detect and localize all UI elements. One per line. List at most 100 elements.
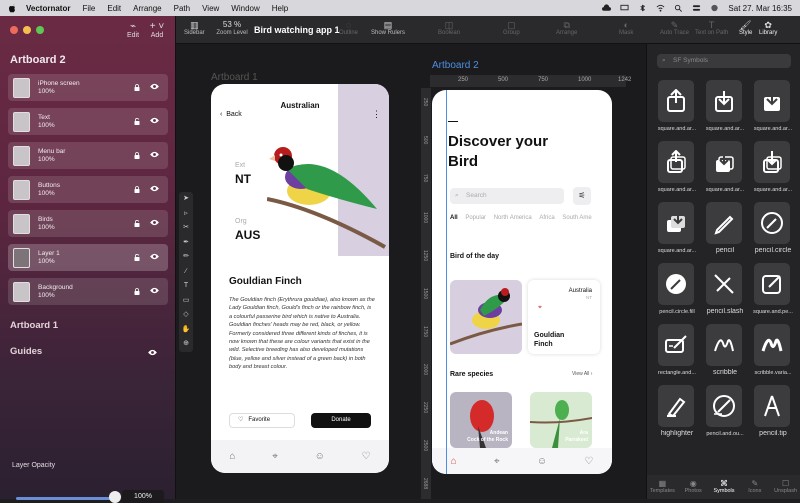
symbol-tile[interactable] — [658, 385, 694, 427]
menu-window[interactable]: Window — [231, 4, 259, 13]
close-button[interactable] — [10, 26, 18, 34]
direct-select-tool-icon[interactable]: ▹ — [179, 207, 193, 222]
artboard-title[interactable]: Artboard 2 — [10, 54, 66, 66]
bird-of-day-image[interactable] — [449, 280, 523, 354]
location-tab-icon[interactable]: ⌖ — [272, 451, 278, 462]
symbol-cell[interactable]: square.and.ar... — [701, 80, 749, 141]
style-button[interactable]: 🖌 Style — [739, 20, 752, 36]
symbol-cell[interactable]: scribble — [701, 324, 749, 385]
unlock-icon[interactable] — [134, 118, 140, 125]
control-center-icon[interactable] — [692, 4, 701, 12]
guides-section[interactable]: Guides — [10, 346, 42, 357]
symbol-tile[interactable] — [754, 202, 790, 244]
symbols-search-field[interactable]: ⌕ SF Symbols — [657, 54, 791, 68]
minimize-button[interactable] — [23, 26, 31, 34]
symbol-cell[interactable]: pencil.circle — [749, 202, 797, 263]
search-icon[interactable] — [674, 4, 683, 12]
apple-icon[interactable] — [8, 3, 16, 13]
layer-row[interactable]: Text 100% — [8, 108, 168, 135]
symbol-tile[interactable] — [754, 141, 790, 183]
bluetooth-icon[interactable] — [638, 4, 647, 12]
display-icon[interactable] — [620, 4, 629, 12]
symbol-cell[interactable]: pencil — [701, 202, 749, 263]
layer-row[interactable]: Layer 1 100% — [8, 244, 168, 271]
symbol-cell[interactable]: pencil.circle.fill — [653, 263, 701, 324]
symbol-tile[interactable] — [706, 202, 742, 244]
arrange-button[interactable]: ⧉ Arrange — [556, 20, 577, 36]
chip-north-america[interactable]: North America — [494, 215, 532, 221]
text-tool-icon[interactable]: T — [179, 279, 193, 294]
zoom-button[interactable] — [36, 26, 44, 34]
bird-of-day-card[interactable]: Australia NT ⌖ Gouldian Finch — [528, 280, 600, 354]
menu-edit[interactable]: Edit — [107, 4, 121, 13]
outline-button[interactable]: ◌ Outline — [339, 20, 358, 36]
unlock-icon[interactable] — [134, 254, 140, 261]
lock-icon[interactable] — [134, 186, 140, 193]
pencil-tool-icon[interactable]: ✏ — [179, 250, 193, 265]
heart-tab-icon[interactable]: ♡ — [362, 451, 371, 462]
symbol-cell[interactable]: scribble.varia... — [749, 324, 797, 385]
wifi-icon[interactable] — [656, 4, 665, 12]
guides-eye-icon[interactable] — [147, 349, 158, 356]
symbol-cell[interactable]: square.and.ar... — [701, 141, 749, 202]
chip-south-america[interactable]: South Ame — [562, 215, 591, 221]
mask-button[interactable]: ◐ Mask — [619, 20, 633, 36]
symbol-cell[interactable]: square.and.pe... — [749, 263, 797, 324]
eye-icon[interactable] — [149, 219, 160, 226]
menu-path[interactable]: Path — [174, 4, 190, 13]
pen-tool-icon[interactable]: ✒ — [179, 236, 193, 251]
heart-tab-icon[interactable]: ♡ — [584, 456, 593, 467]
menubar-clock[interactable]: Sat 27. Mar 16:35 — [728, 4, 792, 13]
text-on-path-button[interactable]: T Text on Path — [695, 20, 728, 36]
edit-button[interactable]: ⌁ Edit — [118, 22, 148, 40]
eye-icon[interactable] — [149, 185, 160, 192]
artboard-1-label[interactable]: Artboard 1 — [211, 72, 258, 83]
layer-row[interactable]: Menu bar 100% — [8, 142, 168, 169]
hand-tool-icon[interactable]: ✋ — [179, 323, 193, 338]
brush-tool-icon[interactable]: ∕ — [179, 265, 193, 280]
location-tab-icon[interactable]: ⌖ — [494, 456, 500, 467]
menu-icon[interactable] — [448, 121, 458, 123]
top-ruler[interactable]: 250 500 750 1000 1242 — [430, 75, 631, 87]
symbol-cell[interactable]: square.and.ar... — [653, 141, 701, 202]
unlock-icon[interactable] — [134, 220, 140, 227]
symbol-tile[interactable] — [754, 263, 790, 305]
artboard-2-phone[interactable]: Discover your Bird ⌕ Search ⚟ All Popular… — [432, 90, 612, 474]
home-tab-icon[interactable]: ⌂ — [451, 456, 457, 467]
library-button[interactable]: ✿ Library — [759, 20, 777, 36]
symbol-cell[interactable]: highlighter — [653, 385, 701, 446]
symbol-cell[interactable]: rectangle.and... — [653, 324, 701, 385]
library-tab-unsplash[interactable]: ☐ Unsplash — [770, 475, 800, 499]
layer-opacity-knob[interactable] — [109, 491, 121, 503]
artboard-2-label[interactable]: Artboard 2 — [432, 60, 479, 71]
chip-popular[interactable]: Popular — [465, 215, 486, 221]
symbol-tile[interactable] — [706, 263, 742, 305]
artboard-1-phone[interactable]: Australian ‹ Back ⋮ Ext NT Org AUS Gould… — [211, 84, 389, 473]
filter-icon[interactable]: ⚟ — [573, 187, 591, 205]
lock-icon[interactable] — [134, 288, 140, 295]
symbol-tile[interactable] — [658, 80, 694, 122]
rare-card-2[interactable]: Ara Parrakeet — [530, 392, 592, 448]
sidebar-button[interactable]: ▥ Sidebar — [184, 20, 205, 36]
auto-trace-button[interactable]: ✎ Auto Trace — [660, 20, 689, 36]
boolean-button[interactable]: ◫ Boolean — [438, 20, 460, 36]
donate-button[interactable]: Donate — [311, 413, 371, 428]
add-button[interactable]: + ˅ Add — [145, 22, 169, 40]
layer-row[interactable]: Background 100% — [8, 278, 168, 305]
app-menu[interactable]: Vectornator — [26, 4, 70, 13]
symbol-cell[interactable]: square.and.ar... — [749, 80, 797, 141]
eye-icon[interactable] — [149, 253, 160, 260]
menu-view[interactable]: View — [202, 4, 219, 13]
more-icon[interactable]: ⋮ — [372, 109, 381, 120]
profile-tab-icon[interactable]: ☺ — [537, 456, 547, 467]
zoom-level-control[interactable]: 53 % Zoom Level — [214, 20, 250, 36]
symbol-tile[interactable] — [754, 324, 790, 366]
menu-help[interactable]: Help — [272, 4, 288, 13]
profile-tab-icon[interactable]: ☺ — [315, 451, 325, 462]
shape-tool-icon[interactable]: ▭ — [179, 294, 193, 309]
select-tool-icon[interactable]: ➤ — [179, 192, 193, 207]
symbol-tile[interactable] — [706, 141, 742, 183]
lock-icon[interactable] — [134, 84, 140, 91]
chip-all[interactable]: All — [450, 215, 458, 221]
symbol-cell[interactable]: pencil.slash — [701, 263, 749, 324]
